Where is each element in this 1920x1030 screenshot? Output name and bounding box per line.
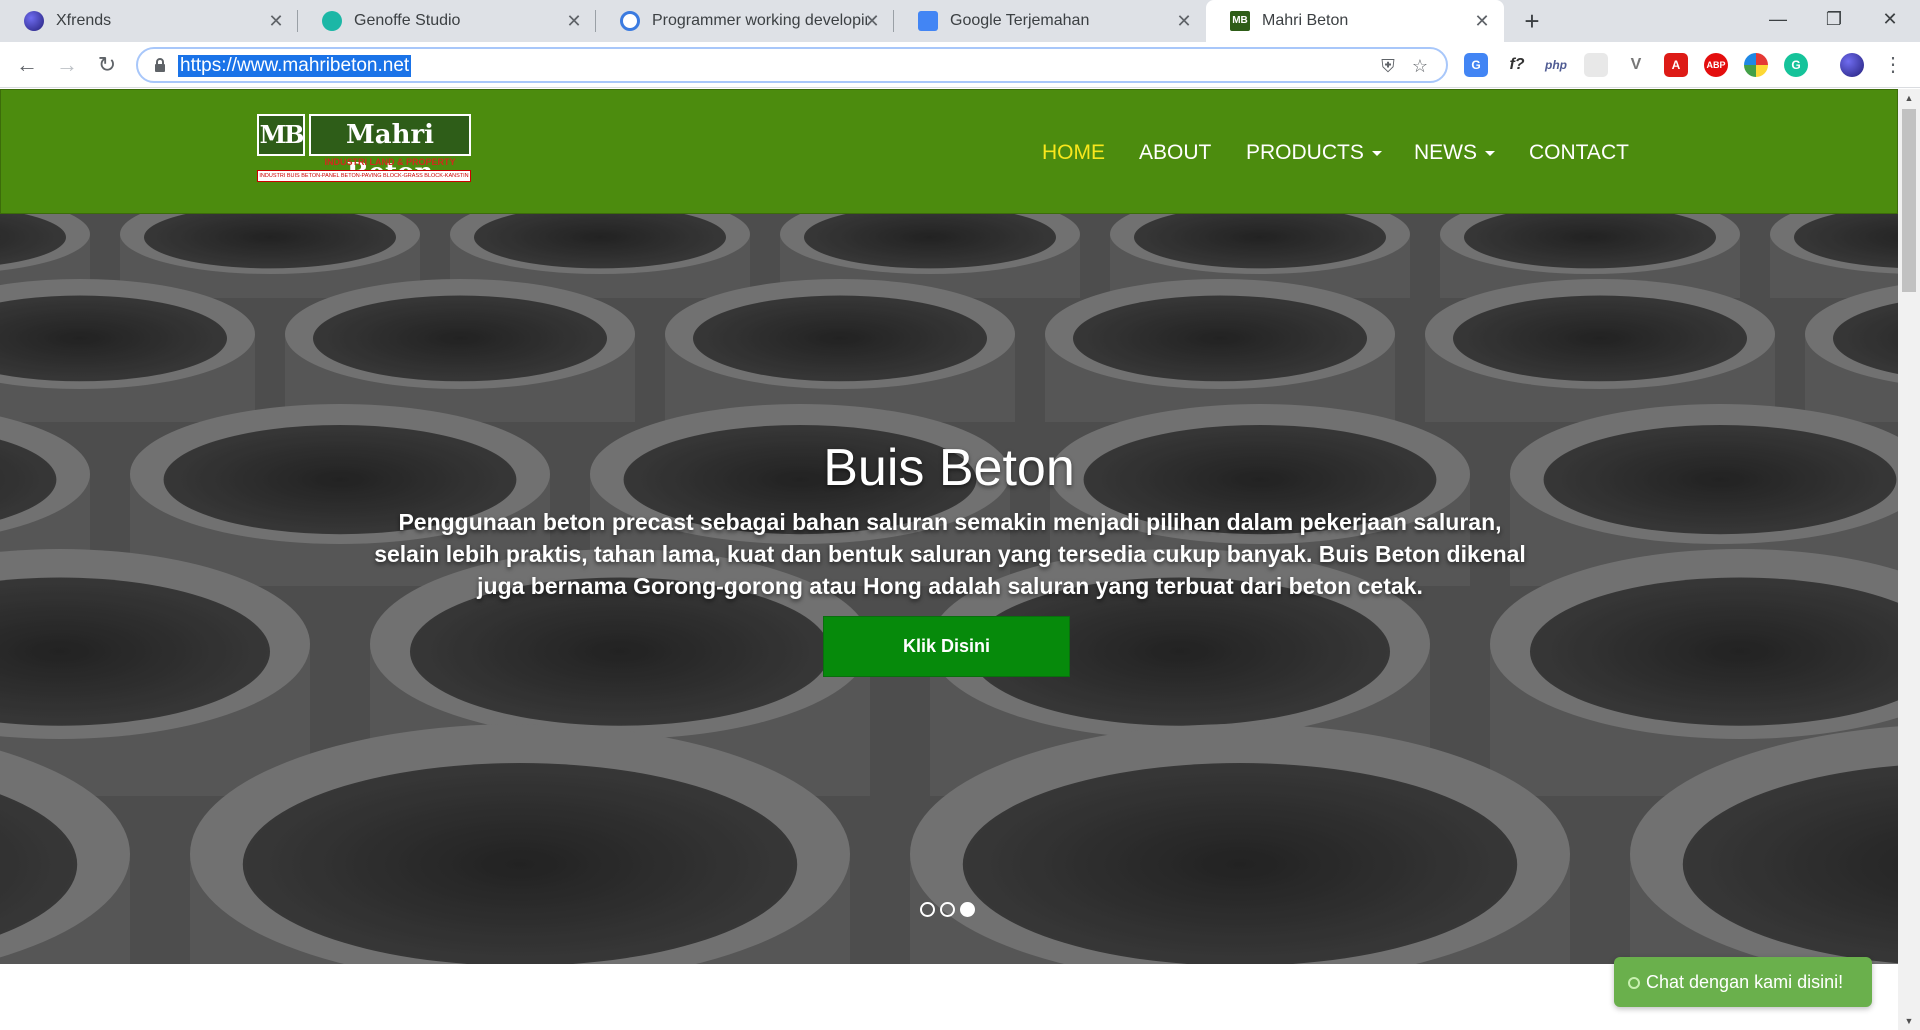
adblock-extension-icon[interactable]: ABP — [1704, 53, 1728, 77]
grammarly-extension-icon[interactable]: G — [1784, 53, 1808, 77]
mb-favicon: MB — [1230, 11, 1250, 31]
nav-news-label: NEWS — [1414, 141, 1477, 164]
slide-indicator-1[interactable] — [920, 902, 935, 917]
nav-contact-label: CONTACT — [1529, 141, 1629, 164]
bookmark-star-icon[interactable]: ☆ — [1410, 56, 1430, 76]
tab-title: Google Terjemahan — [950, 12, 1090, 29]
scroll-thumb[interactable] — [1902, 109, 1916, 292]
window-close-button[interactable]: ✕ — [1860, 0, 1920, 40]
scroll-down-arrow-icon[interactable]: ▼ — [1898, 1012, 1920, 1030]
tab-title: Programmer working developing — [652, 12, 867, 29]
blocked-popup-icon[interactable]: ⛨ — [1378, 56, 1398, 76]
profile-avatar-icon[interactable] — [1840, 53, 1864, 77]
logo-tagline: INDUSTRI LAND & PROPERTY — [324, 157, 456, 167]
nav-products-label: PRODUCTS — [1246, 141, 1364, 164]
nav-home-label: HOME — [1042, 141, 1105, 164]
translate-extension-icon[interactable]: G — [1464, 53, 1488, 77]
tab-title: Xfrends — [56, 12, 112, 29]
formula-extension-icon[interactable]: f? — [1505, 53, 1529, 77]
blank-extension-icon[interactable] — [1584, 53, 1608, 77]
tab-title: Genoffe Studio — [354, 12, 461, 29]
close-icon[interactable]: ✕ — [1472, 11, 1492, 31]
palette-extension-icon[interactable] — [1744, 53, 1768, 77]
new-tab-button[interactable]: + — [1518, 8, 1546, 36]
browser-tab-genoffe[interactable]: Genoffe Studio ✕ — [298, 0, 596, 42]
slide-indicator-2[interactable] — [940, 902, 955, 917]
close-icon[interactable]: ✕ — [1174, 11, 1194, 31]
chat-label: Chat dengan kami disini! — [1646, 972, 1844, 992]
forward-button[interactable]: → — [50, 49, 84, 83]
page-scrollbar[interactable]: ▲ ▼ — [1898, 89, 1920, 1030]
globe-icon — [24, 11, 44, 31]
nav-news[interactable]: NEWS — [1414, 142, 1495, 164]
gear-bug-icon — [620, 11, 640, 31]
logo-mark: MB — [257, 114, 305, 156]
genoffe-icon — [322, 11, 342, 31]
browser-tab-programmer[interactable]: Programmer working developing ✕ — [596, 0, 894, 42]
browser-tab-strip: Xfrends ✕ Genoffe Studio ✕ Programmer wo… — [0, 0, 1920, 42]
vuetify-extension-icon[interactable]: V — [1624, 53, 1648, 77]
nav-about[interactable]: ABOUT — [1139, 142, 1211, 164]
nav-products[interactable]: PRODUCTS — [1246, 142, 1382, 164]
hero-title: Buis Beton — [823, 439, 1075, 497]
site-header: MB Mahri Beton INDUSTRI LAND & PROPERTY … — [0, 89, 1898, 214]
online-status-icon — [1628, 977, 1640, 989]
close-icon[interactable]: ✕ — [266, 11, 286, 31]
logo-name: Mahri Beton — [309, 114, 471, 188]
nav-home[interactable]: HOME — [1042, 142, 1105, 164]
klik-disini-button[interactable]: Klik Disini — [823, 616, 1070, 677]
close-icon[interactable]: ✕ — [564, 11, 584, 31]
minimize-button[interactable]: — — [1748, 0, 1808, 40]
translate-icon — [918, 11, 938, 31]
lock-icon[interactable] — [152, 57, 168, 73]
close-icon[interactable]: ✕ — [862, 11, 882, 31]
maximize-button[interactable]: ❐ — [1804, 0, 1864, 40]
back-button[interactable]: ← — [10, 49, 44, 83]
reload-button[interactable]: ↻ — [90, 49, 124, 83]
browser-menu-icon[interactable]: ⋮ — [1876, 49, 1910, 83]
address-bar[interactable]: https://www.mahribeton.net ⛨ ☆ — [136, 47, 1448, 83]
php-extension-icon[interactable]: php — [1544, 53, 1568, 77]
browser-tab-xfrends[interactable]: Xfrends ✕ — [0, 0, 298, 42]
browser-tab-mahri-beton[interactable]: MB Mahri Beton ✕ — [1206, 0, 1504, 42]
slide-indicator-3[interactable] — [960, 902, 975, 917]
hero-description: Penggunaan beton precast sebagai bahan s… — [374, 509, 1526, 599]
nav-contact[interactable]: CONTACT — [1529, 142, 1629, 164]
tab-title: Mahri Beton — [1262, 12, 1349, 29]
browser-toolbar: ← → ↻ https://www.mahribeton.net ⛨ ☆ G f… — [0, 42, 1920, 88]
logo-products-line: INDUSTRI BUIS BETON-PANEL BETON-PAVING B… — [257, 170, 471, 182]
nav-about-label: ABOUT — [1139, 141, 1212, 164]
browser-tab-translate[interactable]: Google Terjemahan ✕ — [894, 0, 1206, 42]
chevron-down-icon — [1485, 150, 1495, 156]
url-text[interactable]: https://www.mahribeton.net — [178, 55, 412, 77]
angular-extension-icon[interactable]: A — [1664, 53, 1688, 77]
hero-slider: Buis Beton Penggunaan beton precast seba… — [0, 214, 1898, 964]
chevron-down-icon — [1371, 150, 1382, 156]
chat-widget-button[interactable]: Chat dengan kami disini! — [1614, 957, 1872, 1007]
site-logo[interactable]: MB Mahri Beton INDUSTRI LAND & PROPERTY … — [257, 114, 471, 188]
scroll-up-arrow-icon[interactable]: ▲ — [1898, 89, 1920, 107]
